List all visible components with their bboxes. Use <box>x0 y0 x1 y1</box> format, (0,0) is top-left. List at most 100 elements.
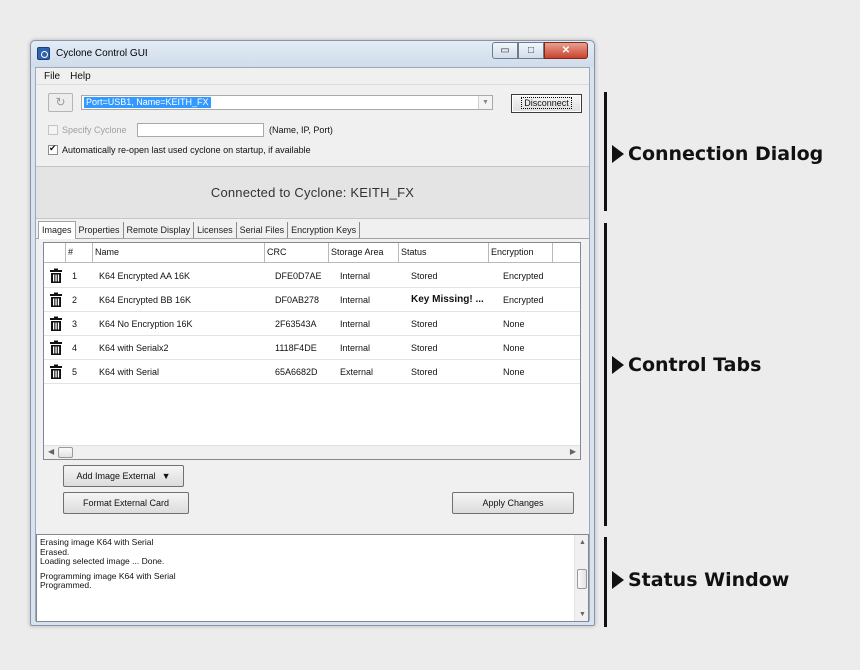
tab-images[interactable]: Images <box>38 221 76 239</box>
storage-area: Internal <box>340 295 371 305</box>
crc-value: 2F63543A <box>275 319 317 329</box>
header-status[interactable]: Status <box>399 243 489 263</box>
trash-icon[interactable] <box>48 316 64 332</box>
status-log: Erasing image K64 with Serial Erased. Load… <box>40 537 176 591</box>
encryption-value: Encrypted <box>503 271 544 281</box>
header-delete-col <box>44 243 66 263</box>
arrow-right-icon <box>612 356 624 374</box>
disconnect-button[interactable]: Disconnect <box>511 94 582 113</box>
tab-encryption-keys[interactable]: Encryption Keys <box>288 222 361 238</box>
image-name: K64 No Encryption 16K <box>99 319 193 329</box>
encryption-value: Encrypted <box>503 295 544 305</box>
scroll-right-icon[interactable]: ▶ <box>570 447 576 456</box>
tab-bar: Images Properties Remote Display License… <box>36 221 589 239</box>
close-button[interactable]: ✕ <box>544 42 588 59</box>
scroll-up-icon[interactable]: ▲ <box>579 539 586 546</box>
table-row[interactable]: 1 K64 Encrypted AA 16K DFE0D7AE Internal Sto… <box>44 264 580 288</box>
trash-icon[interactable] <box>48 292 64 308</box>
minimize-button[interactable]: ▭ <box>492 42 518 59</box>
window-controls: ▭ □ ✕ <box>492 42 588 60</box>
status-value: Stored <box>411 319 438 329</box>
specify-cyclone-checkbox[interactable] <box>48 125 58 135</box>
title-bar[interactable]: Cyclone Control GUI ▭ □ ✕ <box>31 41 594 67</box>
auto-reopen-checkbox[interactable] <box>48 143 58 155</box>
image-name: K64 with Serialx2 <box>99 343 169 353</box>
tabs-bracket <box>604 223 607 526</box>
port-select[interactable]: Port=USB1, Name=KEITH_FX ▼ <box>81 95 493 110</box>
status-window[interactable]: Erasing image K64 with Serial Erased. Load… <box>36 534 589 622</box>
crc-value: DF0AB278 <box>275 295 320 305</box>
vertical-scrollbar[interactable]: ▲ ▼ <box>574 535 588 621</box>
menu-file[interactable]: File <box>39 71 65 82</box>
port-select-value: Port=USB1, Name=KEITH_FX <box>84 97 211 108</box>
images-tab-panel: # Name CRC Storage Area Status Encryptio… <box>36 239 589 529</box>
cyclone-app-icon <box>37 47 50 60</box>
scroll-thumb[interactable] <box>58 447 73 458</box>
chevron-down-icon[interactable]: ▼ <box>478 96 492 109</box>
trash-icon[interactable] <box>48 340 64 356</box>
row-number: 4 <box>72 343 78 353</box>
horizontal-scrollbar[interactable]: ◀ ▶ <box>44 445 580 459</box>
window-title: Cyclone Control GUI <box>56 48 148 59</box>
connection-callout: Connection Dialog <box>612 143 823 165</box>
status-log-line: Programmed. <box>40 580 92 591</box>
encryption-value: None <box>503 319 525 329</box>
add-image-external-button[interactable]: Add Image External ▼ <box>63 465 184 487</box>
format-external-card-button[interactable]: Format External Card <box>63 492 189 514</box>
header-number[interactable]: # <box>66 243 93 263</box>
storage-area: Internal <box>340 343 371 353</box>
header-crc[interactable]: CRC <box>265 243 329 263</box>
image-name: K64 Encrypted BB 16K <box>99 295 192 305</box>
dropdown-arrow-icon: ▼ <box>161 471 171 481</box>
image-name: K64 with Serial <box>99 367 160 377</box>
status-bracket <box>604 537 607 627</box>
crc-value: 65A6682D <box>275 367 318 377</box>
connection-status-banner: Connected to Cyclone: KEITH_FX <box>36 166 589 219</box>
specify-cyclone-input[interactable] <box>137 123 264 137</box>
tab-licenses[interactable]: Licenses <box>194 222 237 238</box>
table-row[interactable]: 3 K64 No Encryption 16K 2F63543A Internal St… <box>44 312 580 336</box>
disconnect-button-label: Disconnect <box>521 97 572 109</box>
auto-reopen-label: Automatically re-open last used cyclone … <box>62 145 311 155</box>
status-callout: Status Window <box>612 569 789 591</box>
table-row[interactable]: 2 K64 Encrypted BB 16K DF0AB278 Internal Key… <box>44 288 580 312</box>
table-row[interactable]: 5 K64 with Serial 65A6682D External Stored No… <box>44 360 580 384</box>
storage-area: Internal <box>340 319 371 329</box>
image-name: K64 Encrypted AA 16K <box>99 271 191 281</box>
status-callout-label: Status Window <box>628 569 790 591</box>
table-row[interactable]: 4 K64 with Serialx2 1118F4DE Internal Stored… <box>44 336 580 360</box>
refresh-icon[interactable]: ↻ <box>48 93 73 112</box>
arrow-right-icon <box>612 571 624 589</box>
encryption-value: None <box>503 367 525 377</box>
trash-icon[interactable] <box>48 364 64 380</box>
scroll-thumb-vertical[interactable] <box>577 569 587 589</box>
table-header: # Name CRC Storage Area Status Encryptio… <box>44 243 580 263</box>
crc-value: 1118F4DE <box>275 343 317 353</box>
apply-changes-button[interactable]: Apply Changes <box>452 492 574 514</box>
scroll-left-icon[interactable]: ◀ <box>48 447 54 456</box>
header-encryption[interactable]: Encryption <box>489 243 553 263</box>
row-number: 2 <box>72 295 78 305</box>
header-name[interactable]: Name <box>93 243 265 263</box>
trash-icon[interactable] <box>48 268 64 284</box>
status-value: Key Missing! ... <box>411 294 484 305</box>
tab-properties[interactable]: Properties <box>76 222 124 238</box>
menu-help[interactable]: Help <box>65 71 96 82</box>
maximize-button[interactable]: □ <box>518 42 544 59</box>
specify-cyclone-hint: (Name, IP, Port) <box>269 125 333 135</box>
scroll-down-icon[interactable]: ▼ <box>579 611 586 618</box>
crc-value: DFE0D7AE <box>275 271 322 281</box>
tab-remote-display[interactable]: Remote Display <box>124 222 195 238</box>
storage-area: Internal <box>340 271 371 281</box>
encryption-value: None <box>503 343 525 353</box>
row-number: 3 <box>72 319 78 329</box>
client-area: File Help ↻ Port=USB1, Name=KEITH_FX ▼ D… <box>35 67 590 622</box>
images-table: # Name CRC Storage Area Status Encryptio… <box>43 242 581 460</box>
row-number: 5 <box>72 367 78 377</box>
storage-area: External <box>340 367 374 377</box>
connection-callout-label: Connection Dialog <box>628 143 824 165</box>
tab-serial-files[interactable]: Serial Files <box>237 222 289 238</box>
header-storage-area[interactable]: Storage Area <box>329 243 399 263</box>
status-log-line: Loading selected image ... Done. <box>40 556 165 567</box>
menu-bar: File Help <box>36 68 589 85</box>
